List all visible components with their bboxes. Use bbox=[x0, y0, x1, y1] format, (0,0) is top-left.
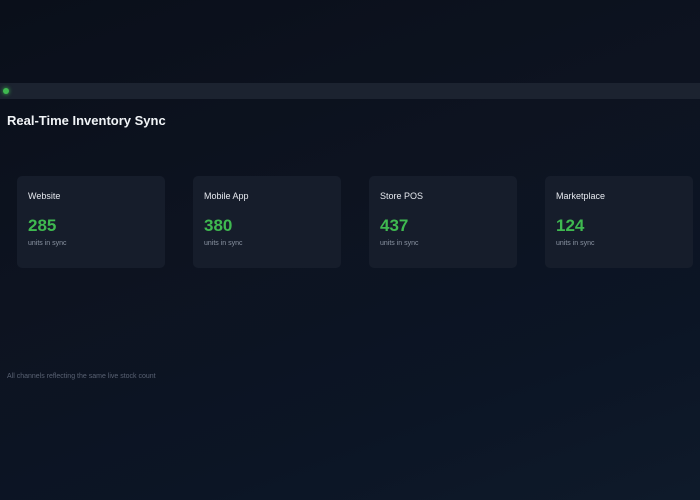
channel-unit-count: 380 bbox=[204, 216, 233, 235]
channel-unit-label: units in sync bbox=[28, 240, 67, 247]
channel-unit-label: units in sync bbox=[204, 240, 243, 247]
channel-card-marketplace: Marketplace 124 units in sync bbox=[545, 176, 693, 268]
channel-name: Website bbox=[28, 191, 61, 201]
live-status-icon bbox=[3, 88, 9, 94]
channel-unit-count: 285 bbox=[28, 216, 57, 235]
channel-card-mobile-app: Mobile App 380 units in sync bbox=[193, 176, 341, 268]
page-title: Real-Time Inventory Sync bbox=[7, 113, 166, 128]
channel-unit-label: units in sync bbox=[556, 240, 595, 247]
sync-status-note: All channels reflecting the same live st… bbox=[7, 373, 156, 380]
status-bar bbox=[0, 83, 700, 99]
channel-unit-label: units in sync bbox=[380, 240, 419, 247]
channel-name: Store POS bbox=[380, 191, 424, 201]
channel-name: Marketplace bbox=[556, 191, 606, 201]
channel-card-website: Website 285 units in sync bbox=[17, 176, 165, 268]
channel-unit-count: 437 bbox=[380, 216, 409, 235]
channel-card-store-pos: Store POS 437 units in sync bbox=[369, 176, 517, 268]
channel-name: Mobile App bbox=[204, 191, 249, 201]
channel-unit-count: 124 bbox=[556, 216, 585, 235]
